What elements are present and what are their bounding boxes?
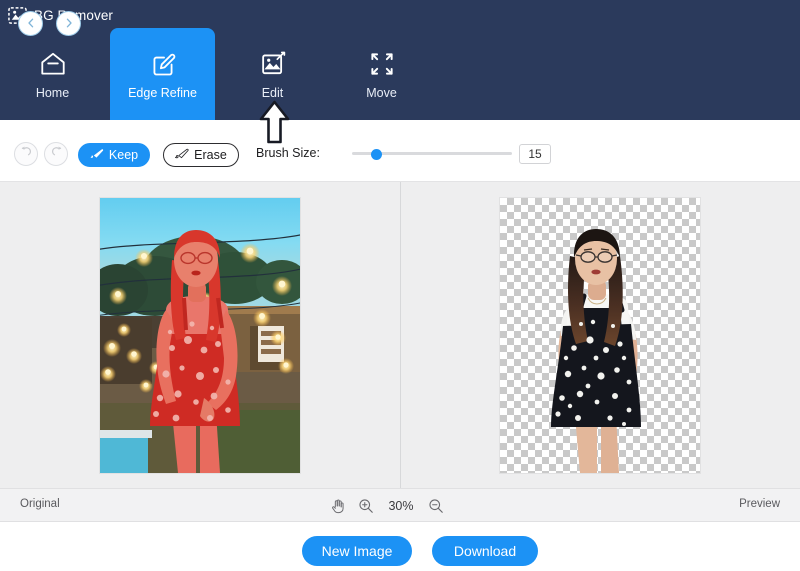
- new-image-button[interactable]: New Image: [302, 536, 412, 566]
- erase-button[interactable]: Erase: [163, 143, 239, 167]
- move-arrows-icon: [367, 49, 397, 79]
- hand-tool-icon[interactable]: [330, 498, 346, 514]
- tab-home[interactable]: Home: [0, 28, 105, 120]
- next-image-button[interactable]: [56, 11, 81, 36]
- redo-arrow-icon: [50, 145, 63, 163]
- tab-edit[interactable]: Edit: [220, 28, 325, 120]
- app-header: BG Remover Home Ed: [0, 0, 800, 120]
- slider-thumb[interactable]: [371, 149, 382, 160]
- nav-tabs: Home Edge Refine: [0, 28, 800, 120]
- brush-size-slider[interactable]: [352, 145, 512, 163]
- keep-button[interactable]: Keep: [78, 143, 150, 167]
- brush-size-label: Brush Size:: [256, 146, 320, 160]
- undo-arrow-icon: [20, 145, 33, 163]
- tab-home-label: Home: [36, 86, 69, 100]
- preview-label: Preview: [739, 498, 780, 510]
- pane-divider: [400, 182, 401, 488]
- zoom-controls: 30%: [330, 495, 444, 517]
- chevron-left-icon: [26, 15, 36, 33]
- tab-edge-refine-label: Edge Refine: [128, 86, 197, 100]
- download-button[interactable]: Download: [432, 536, 538, 566]
- zoom-level: 30%: [386, 499, 416, 513]
- preview-pane[interactable]: [400, 182, 800, 488]
- zoom-in-icon[interactable]: [358, 498, 374, 514]
- brush-size-input[interactable]: 15: [519, 144, 551, 164]
- house-icon: [38, 49, 68, 79]
- canvas-statusbar: Original: [0, 488, 800, 522]
- undo-button[interactable]: [14, 142, 38, 166]
- tab-edge-refine[interactable]: Edge Refine: [110, 28, 215, 120]
- tab-move-label: Move: [366, 86, 397, 100]
- tab-edit-label: Edit: [262, 86, 284, 100]
- chevron-right-icon: [64, 15, 74, 33]
- original-label: Original: [20, 498, 60, 510]
- tab-move[interactable]: Move: [329, 28, 434, 120]
- keep-label: Keep: [109, 148, 138, 162]
- pen-square-icon: [148, 49, 178, 79]
- brush-icon: [90, 148, 104, 163]
- image-edit-icon: [258, 49, 288, 79]
- erase-label: Erase: [194, 148, 227, 162]
- bg-remover-app: BG Remover Home Ed: [0, 0, 800, 571]
- original-pane[interactable]: [0, 182, 400, 488]
- cutout-image[interactable]: [500, 198, 700, 473]
- original-image[interactable]: [100, 198, 300, 473]
- previous-image-button[interactable]: [18, 11, 43, 36]
- brush-icon: [175, 148, 189, 163]
- zoom-out-icon[interactable]: [428, 498, 444, 514]
- redo-button[interactable]: [44, 142, 68, 166]
